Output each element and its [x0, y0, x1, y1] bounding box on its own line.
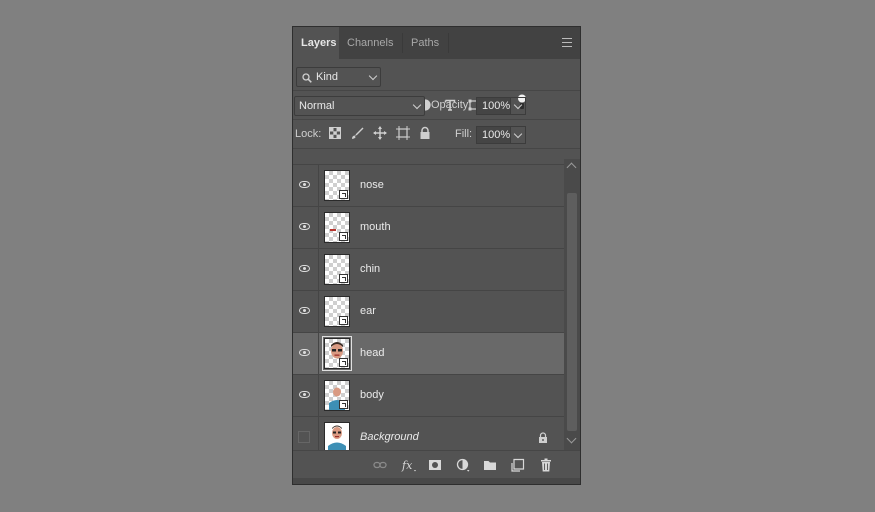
visibility-toggle[interactable]	[293, 417, 317, 450]
panel-menu-icon[interactable]	[562, 38, 572, 47]
visibility-toggle[interactable]	[293, 249, 317, 291]
new-adjustment-icon[interactable]	[456, 458, 470, 472]
layer-row-body[interactable]: body	[293, 375, 564, 417]
layers-panel: Layers Channels Paths Kind Normal Opacit…	[292, 26, 581, 485]
eye-icon	[299, 265, 310, 272]
eye-icon	[299, 181, 310, 188]
divider	[318, 165, 319, 207]
layer-row-mouth[interactable]: mouth	[293, 207, 564, 249]
scroll-down-icon[interactable]	[566, 433, 577, 444]
smart-object-badge-icon	[339, 274, 348, 283]
visibility-toggle[interactable]	[293, 375, 317, 417]
lock-label: Lock:	[295, 128, 322, 140]
layers-list[interactable]: nose mouth chin ear head body Background	[293, 159, 564, 450]
new-group-icon[interactable]	[483, 458, 497, 472]
lock-artboard-icon[interactable]	[396, 126, 410, 140]
link-layers-icon[interactable]	[373, 458, 387, 472]
portrait-photo-icon	[328, 425, 346, 450]
opacity-label: Opacity:	[431, 99, 472, 111]
layer-row-chin[interactable]: chin	[293, 249, 564, 291]
tab-divider	[448, 33, 449, 53]
scrollbar-thumb[interactable]	[567, 193, 577, 431]
layers-footer-toolbar: fx	[293, 450, 580, 479]
smart-object-badge-icon	[339, 316, 348, 325]
smart-object-badge-icon	[339, 232, 348, 241]
delete-layer-icon[interactable]	[539, 458, 553, 472]
layer-row-ear[interactable]: ear	[293, 291, 564, 333]
chevron-down-icon	[368, 71, 378, 81]
divider	[318, 249, 319, 291]
add-mask-icon[interactable]	[428, 458, 442, 472]
layer-thumbnail	[324, 296, 350, 327]
lock-image-pixels-icon[interactable]	[350, 126, 364, 140]
layer-name: nose	[360, 179, 384, 191]
lock-transparent-pixels-icon[interactable]	[328, 126, 342, 140]
layer-thumbnail	[324, 254, 350, 285]
layer-name: head	[360, 347, 385, 359]
layer-name: ear	[360, 305, 376, 317]
layer-thumbnail	[324, 212, 350, 243]
divider	[293, 90, 580, 91]
lock-position-icon[interactable]	[373, 126, 387, 140]
divider	[293, 148, 580, 149]
chevron-down-icon	[513, 100, 523, 110]
visibility-toggle[interactable]	[293, 207, 317, 249]
tab-layers[interactable]: Layers	[293, 27, 339, 59]
layer-name: body	[360, 389, 384, 401]
eye-icon	[299, 349, 310, 356]
divider	[318, 291, 319, 333]
blend-mode-dropdown[interactable]: Normal	[294, 96, 425, 116]
blend-mode-value: Normal	[299, 100, 335, 112]
chevron-down-icon	[412, 100, 422, 110]
layer-name: chin	[360, 263, 381, 275]
layer-row-nose[interactable]: nose	[293, 165, 564, 207]
layer-thumbnail	[324, 170, 350, 201]
layer-name: Background	[360, 431, 419, 443]
scroll-up-icon[interactable]	[566, 162, 577, 173]
fx-icon[interactable]: fx	[401, 458, 417, 472]
lock-icon	[539, 432, 547, 443]
opacity-slider-button[interactable]	[510, 97, 526, 115]
layer-name: mouth	[360, 221, 391, 233]
chevron-down-icon	[513, 129, 523, 139]
smart-object-badge-icon	[339, 400, 348, 409]
svg-text:fx: fx	[401, 459, 413, 472]
smart-object-badge-icon	[339, 190, 348, 199]
search-icon	[302, 73, 312, 83]
visibility-toggle[interactable]	[293, 165, 317, 207]
visibility-toggle[interactable]	[293, 291, 317, 333]
layer-thumbnail	[324, 380, 350, 411]
tab-channels[interactable]: Channels	[339, 27, 402, 59]
visibility-toggle[interactable]	[293, 333, 317, 375]
divider	[318, 333, 319, 375]
visibility-off-box	[298, 431, 310, 443]
layer-row-head[interactable]: head	[293, 333, 564, 375]
layers-scrollbar[interactable]	[564, 159, 580, 450]
layer-thumbnail	[322, 336, 352, 371]
tab-paths[interactable]: Paths	[403, 27, 448, 59]
fill-input[interactable]: 100%	[476, 126, 511, 144]
panel-resize-grip[interactable]	[293, 478, 580, 484]
filter-kind-dropdown[interactable]: Kind	[296, 67, 381, 87]
layer-thumbnail	[324, 422, 350, 450]
mouth-mark-icon	[330, 229, 336, 231]
opacity-input[interactable]: 100%	[476, 97, 511, 115]
smart-object-badge-icon	[339, 358, 348, 367]
divider	[293, 119, 580, 120]
filter-kind-label: Kind	[316, 71, 339, 83]
layer-row-background[interactable]: Background	[293, 417, 564, 450]
divider	[318, 417, 319, 450]
panel-tab-bar: Layers Channels Paths	[293, 27, 580, 59]
eye-icon	[299, 391, 310, 398]
fill-slider-button[interactable]	[510, 126, 526, 144]
eye-icon	[299, 223, 310, 230]
lock-all-icon[interactable]	[418, 126, 432, 140]
eye-icon	[299, 307, 310, 314]
fill-label: Fill:	[455, 128, 473, 140]
divider	[318, 375, 319, 417]
new-layer-icon[interactable]	[511, 458, 525, 472]
divider	[318, 207, 319, 249]
